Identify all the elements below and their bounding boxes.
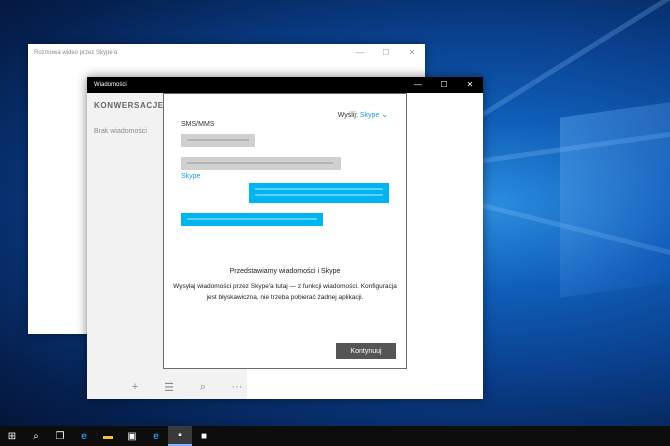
messaging-icon[interactable]: ▪ bbox=[168, 426, 192, 446]
empty-conversations-text: Brak wiadomości bbox=[94, 128, 147, 135]
window-title: Rozmowa wideo przez Skype'a bbox=[34, 50, 118, 56]
search-icon[interactable]: ⌕ bbox=[24, 426, 48, 446]
window-title: Wiadomości bbox=[94, 82, 127, 88]
sms-bubble bbox=[181, 157, 341, 170]
intro-body: Wysyłaj wiadomości przez Skype'a tutaj —… bbox=[173, 283, 397, 301]
edge-icon[interactable]: e bbox=[72, 426, 96, 446]
messaging-window[interactable]: Wiadomości — ☐ ✕ KONWERSACJE Brak wiadom… bbox=[87, 77, 483, 399]
sms-bubble bbox=[181, 134, 255, 147]
more-icon[interactable]: ··· bbox=[229, 381, 245, 394]
windows-start-icon[interactable]: ⊞ bbox=[0, 426, 24, 446]
file-explorer-icon[interactable]: ▬ bbox=[96, 426, 120, 446]
send-via-selector[interactable]: Wyślij: Skype ⌄ bbox=[338, 110, 388, 119]
search-icon[interactable]: ⌕ bbox=[195, 381, 211, 394]
send-label: Wyślij: bbox=[337, 112, 358, 119]
store-icon[interactable]: ▣ bbox=[120, 426, 144, 446]
skype-bubble bbox=[181, 213, 323, 226]
select-icon[interactable]: ☰ bbox=[161, 381, 177, 394]
windows-logo-pane bbox=[560, 102, 670, 298]
close-button[interactable]: ✕ bbox=[457, 77, 483, 93]
sms-label: SMS/MMS bbox=[181, 121, 215, 128]
send-value: Skype bbox=[359, 112, 380, 119]
task-view-icon[interactable]: ❐ bbox=[48, 426, 72, 446]
minimize-button[interactable]: — bbox=[405, 77, 431, 93]
minimize-button[interactable]: — bbox=[347, 44, 373, 62]
maximize-button[interactable]: ☐ bbox=[431, 77, 457, 93]
chevron-down-icon: ⌄ bbox=[381, 110, 388, 119]
taskbar: ⊞ ⌕ ❐ e ▬ ▣ e ▪ ■ bbox=[0, 426, 670, 446]
skype-label: Skype bbox=[181, 173, 201, 180]
maximize-button[interactable]: ☐ bbox=[373, 44, 399, 62]
intro-title: Przedstawiamy wiadomości i Skype bbox=[229, 268, 341, 275]
skype-video-icon[interactable]: ■ bbox=[192, 426, 216, 446]
title-bar[interactable]: Rozmowa wideo przez Skype'a — ☐ ✕ bbox=[28, 44, 425, 62]
close-button[interactable]: ✕ bbox=[399, 44, 425, 62]
sidebar-heading: KONWERSACJE bbox=[94, 101, 164, 110]
skype-intro-dialog: Wyślij: Skype ⌄ SMS/MMS Skype Przedstawi… bbox=[163, 93, 407, 369]
ie-icon[interactable]: e bbox=[144, 426, 168, 446]
continue-button[interactable]: Kontynuuj bbox=[336, 343, 396, 359]
skype-bubble bbox=[249, 183, 389, 203]
new-message-icon[interactable]: + bbox=[127, 381, 143, 394]
sidebar-toolbar: + ☰ ⌕ ··· bbox=[127, 381, 245, 394]
title-bar[interactable]: Wiadomości — ☐ ✕ bbox=[87, 77, 483, 93]
